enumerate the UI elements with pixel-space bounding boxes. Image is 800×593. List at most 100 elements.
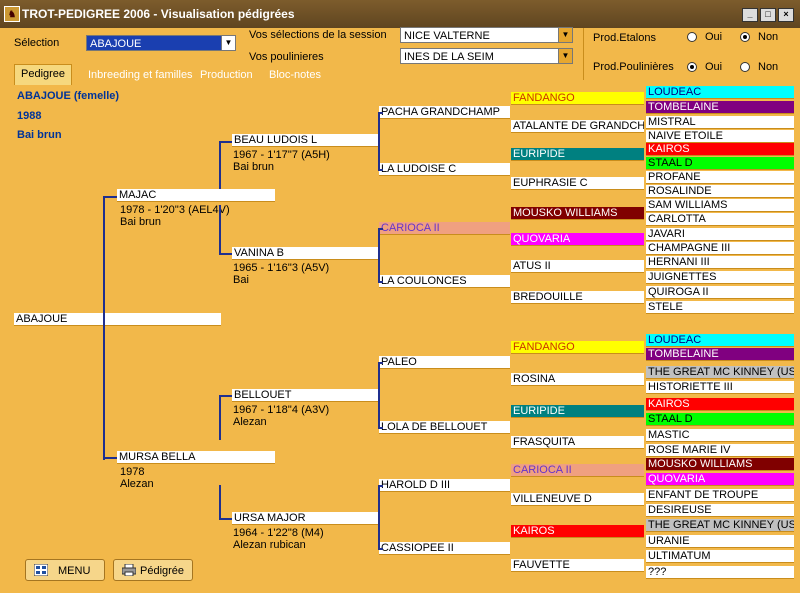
gen5-box[interactable]: CHAMPAGNE III	[646, 242, 794, 255]
gen5-box[interactable]: HISTORIETTE III	[646, 381, 794, 394]
gen5-box[interactable]: ROSALINDE	[646, 185, 794, 198]
gen5-box[interactable]: PROFANE	[646, 171, 794, 184]
gen4-box[interactable]: VILLENEUVE D	[511, 493, 644, 506]
gen5-box[interactable]: STELE	[646, 301, 794, 314]
gen5-box[interactable]: SAM WILLIAMS	[646, 199, 794, 212]
connector-line	[378, 112, 383, 114]
gen4-box[interactable]: MOUSKO WILLIAMS	[511, 207, 644, 220]
selection-combo[interactable]: ABAJOUE ▼	[86, 35, 236, 51]
chevron-down-icon[interactable]: ▼	[558, 28, 572, 42]
gen5-box[interactable]: ???	[646, 566, 794, 579]
maximize-button[interactable]: □	[760, 8, 776, 22]
ggp-box[interactable]: CARIOCA II	[379, 222, 510, 235]
window-titlebar: ♞ TROT-PEDIGREE 2006 - Visualisation péd…	[0, 0, 800, 28]
parent-coat: Bai brun	[120, 216, 161, 228]
gen4-box[interactable]: EUPHRASIE C	[511, 177, 644, 190]
gen5-box[interactable]: DESIREUSE	[646, 504, 794, 517]
connector-line	[378, 362, 383, 364]
tab-production[interactable]: Production	[194, 66, 259, 84]
gen5-box[interactable]: ROSE MARIE IV	[646, 444, 794, 457]
gen5-box[interactable]: CARLOTTA	[646, 213, 794, 226]
gen5-box[interactable]: MOUSKO WILLIAMS	[646, 458, 794, 471]
close-button[interactable]: ×	[778, 8, 794, 22]
gen5-box[interactable]: LOUDEAC	[646, 86, 794, 99]
session-combo[interactable]: NICE VALTERNE ▼	[400, 27, 573, 43]
ggp-box[interactable]: PACHA GRANDCHAMP	[379, 106, 510, 119]
gen4-box[interactable]: ROSINA	[511, 373, 644, 386]
tab-bloc-notes[interactable]: Bloc-notes	[263, 66, 327, 84]
gen5-box[interactable]: TOMBELAINE	[646, 348, 794, 361]
ggp-box[interactable]: LA LUDOISE C	[379, 163, 510, 176]
prod-poulinieres-non-radio[interactable]	[740, 62, 750, 72]
gen5-box[interactable]: JUIGNETTES	[646, 271, 794, 284]
subject-box[interactable]: ABAJOUE	[14, 313, 221, 326]
gen4-box[interactable]: ATALANTE DE GRANDCHAMP	[511, 120, 644, 133]
gen5-box[interactable]: ENFANT DE TROUPE	[646, 489, 794, 502]
gen4-box[interactable]: EURIPIDE	[511, 148, 644, 161]
gen5-box[interactable]: ULTIMATUM	[646, 550, 794, 563]
gen4-box[interactable]: FANDANGO	[511, 341, 644, 354]
gen5-box[interactable]: HERNANI III	[646, 256, 794, 269]
printer-icon	[122, 564, 136, 576]
ggp-box[interactable]: LOLA DE BELLOUET	[379, 421, 510, 434]
menu-button[interactable]: MENU	[25, 559, 105, 581]
gen5-box[interactable]: NAIVE ETOILE	[646, 130, 794, 143]
grandparent-box[interactable]: BEAU LUDOIS L	[232, 134, 380, 147]
pedigree-print-button[interactable]: Pédigrée	[113, 559, 193, 581]
gen5-box[interactable]: KAIROS	[646, 398, 794, 411]
prod-etalons-oui-label: Oui	[705, 31, 723, 43]
gen4-box[interactable]: FANDANGO	[511, 92, 644, 105]
ggp-box[interactable]: HAROLD D III	[379, 479, 510, 492]
gen5-box[interactable]: THE GREAT MC KINNEY (US)	[646, 519, 794, 532]
tab-pedigree[interactable]: Pedigree	[14, 64, 73, 85]
grandparent-box[interactable]: BELLOUET	[232, 389, 380, 402]
gen4-box[interactable]: KAIROS	[511, 525, 644, 538]
menu-grid-icon	[34, 564, 48, 576]
gen4-box[interactable]: FAUVETTE	[511, 559, 644, 572]
session-label: Vos sélections de la session	[249, 29, 387, 41]
gen4-box[interactable]: QUOVARIA	[511, 233, 644, 246]
grandparent-box[interactable]: VANINA B	[232, 247, 380, 260]
gen5-box[interactable]: LOUDEAC	[646, 334, 794, 347]
prod-etalons-non-radio[interactable]	[740, 32, 750, 42]
gen5-box[interactable]: TOMBELAINE	[646, 101, 794, 114]
gen5-box[interactable]: STAAL D	[646, 413, 794, 426]
prod-poulinieres-oui-label: Oui	[705, 61, 723, 73]
ggp-box[interactable]: PALEO	[379, 356, 510, 369]
gen4-box[interactable]: BREDOUILLE	[511, 291, 644, 304]
tab-inbreeding[interactable]: Inbreeding et familles	[82, 66, 199, 84]
connector-line	[219, 485, 221, 519]
ggp-box[interactable]: LA COULONCES	[379, 275, 510, 288]
gen4-box[interactable]: CARIOCA II	[511, 464, 644, 477]
minimize-button[interactable]: _	[742, 8, 758, 22]
selection-value: ABAJOUE	[90, 38, 142, 50]
gen5-box[interactable]: QUIROGA II	[646, 286, 794, 299]
gen5-box[interactable]: MASTIC	[646, 429, 794, 442]
gen5-box[interactable]: KAIROS	[646, 143, 794, 156]
prod-poulinieres-oui-radio[interactable]	[687, 62, 697, 72]
gen5-box[interactable]: MISTRAL	[646, 116, 794, 129]
prod-poulinieres-label: Prod.Poulinières	[593, 61, 674, 73]
prod-etalons-oui-radio[interactable]	[687, 32, 697, 42]
poulinieres-combo[interactable]: INES DE LA SEIM ▼	[400, 48, 573, 64]
gen5-box[interactable]: QUOVARIA	[646, 473, 794, 486]
parent-box[interactable]: MURSA BELLA	[117, 451, 275, 464]
poulinieres-label: Vos poulinieres	[249, 51, 324, 63]
gen4-box[interactable]: FRASQUITA	[511, 436, 644, 449]
connector-line	[103, 196, 105, 460]
parent-box[interactable]: MAJAC	[117, 189, 275, 202]
gen5-box[interactable]: URANIE	[646, 535, 794, 548]
gen5-box[interactable]: STAAL D	[646, 157, 794, 170]
gen5-box[interactable]: JAVARI	[646, 228, 794, 241]
grandparent-box[interactable]: URSA MAJOR	[232, 512, 380, 525]
gen4-box[interactable]: ATUS II	[511, 260, 644, 273]
gen4-box[interactable]: EURIPIDE	[511, 405, 644, 418]
grandparent-coat: Bai	[233, 274, 249, 286]
chevron-down-icon[interactable]: ▼	[221, 36, 235, 50]
connector-line	[219, 395, 221, 440]
chevron-down-icon[interactable]: ▼	[558, 49, 572, 63]
connector-line	[378, 228, 383, 230]
gen5-box[interactable]: THE GREAT MC KINNEY (US)	[646, 366, 794, 379]
ggp-box[interactable]: CASSIOPEE II	[379, 542, 510, 555]
connector-line	[378, 112, 380, 169]
